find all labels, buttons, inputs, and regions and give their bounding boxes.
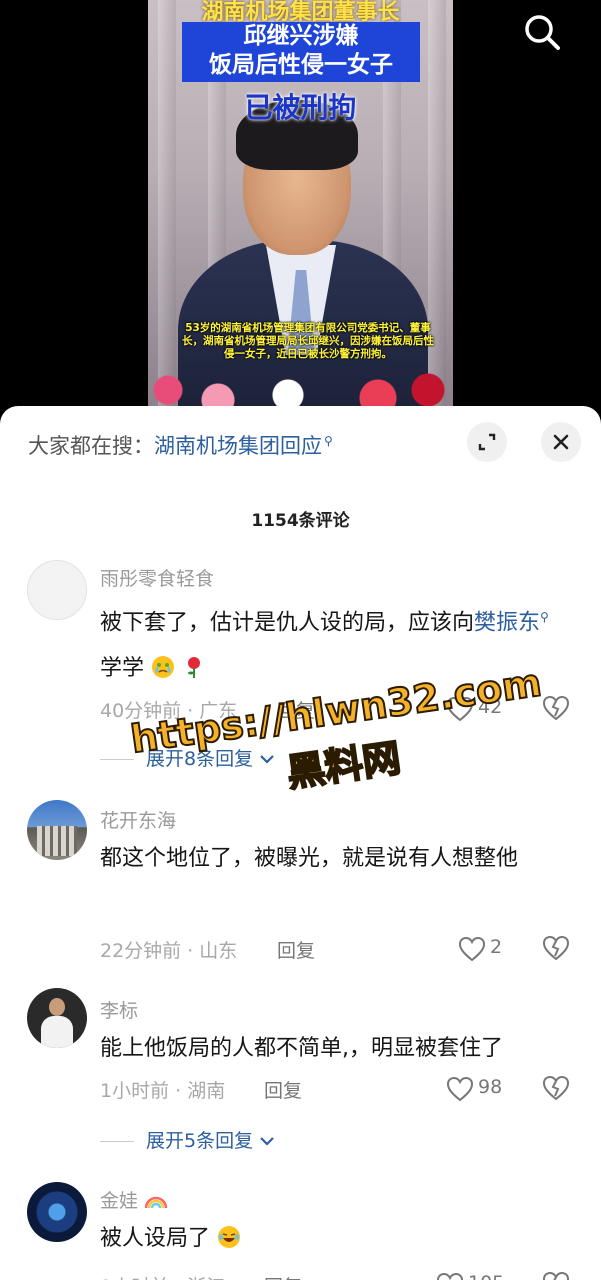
like-count: 105 <box>468 1272 504 1280</box>
comment-username[interactable]: 雨彤零食轻食 <box>100 564 214 591</box>
comment-username[interactable]: 金娃 <box>100 1186 168 1213</box>
headline-box-line2: 饭局后性侵一女子 <box>209 52 393 78</box>
comment-text-part: 被下套了，估计是仇人设的局，应该向 <box>100 610 475 636</box>
curtain-decoration <box>158 0 176 420</box>
building-image <box>37 826 77 856</box>
trending-search[interactable]: 大家都在搜：湖南机场集团回应 ⚲ <box>28 430 333 460</box>
broken-heart-icon <box>542 695 570 721</box>
dislike-button[interactable] <box>541 1270 571 1280</box>
comment-username[interactable]: 李标 <box>100 996 138 1023</box>
comment-count: 1154条评论 <box>251 511 350 531</box>
divider-line <box>100 1141 134 1142</box>
comment-text-part: 学学 <box>100 656 145 682</box>
headline-box: 邱继兴涉嫌 饭局后性侵一女子 <box>182 22 420 82</box>
expand-button[interactable] <box>467 422 507 462</box>
search-hint-icon: ⚲ <box>540 610 549 624</box>
expand-replies-label: 展开5条回复 <box>146 1130 254 1152</box>
dislike-button[interactable] <box>541 934 571 964</box>
like-count: 98 <box>478 1076 503 1098</box>
chevron-down-icon <box>260 1137 274 1146</box>
headline-box-line1: 邱继兴涉嫌 <box>243 23 359 49</box>
heart-icon <box>446 1076 474 1102</box>
chevron-down-icon <box>260 755 274 764</box>
like-button[interactable]: 2 <box>458 934 518 964</box>
trending-keyword[interactable]: 湖南机场集团回应 <box>154 434 322 458</box>
crying-face-emoji-icon <box>152 656 175 679</box>
comment-text: 能上他饭局的人都不简单,，明显被套住了 <box>100 1036 503 1061</box>
expand-replies-button[interactable]: 展开5条回复 <box>100 1126 275 1153</box>
like-button[interactable]: 98 <box>446 1074 506 1104</box>
video-frame: 湖南机场集团董事长 邱继兴涉嫌 饭局后性侵一女子 已被刑拘 53岁的湖南省机场管… <box>148 0 453 420</box>
video-player[interactable]: 湖南机场集团董事长 邱继兴涉嫌 饭局后性侵一女子 已被刑拘 53岁的湖南省机场管… <box>0 0 601 420</box>
avatar[interactable] <box>27 988 87 1048</box>
heart-icon <box>458 936 486 962</box>
close-icon <box>553 434 569 450</box>
comment-time-location: 1小时前 · 浙江 <box>100 1272 225 1280</box>
video-caption: 53岁的湖南省机场管理集团有限公司党委书记、董事长，湖南省机场管理局局长邱继兴，… <box>182 322 434 360</box>
comment-text: 都这个地位了，被曝光，就是说有人想整他 <box>100 846 519 871</box>
broken-heart-icon <box>542 1271 570 1280</box>
rose-emoji-icon <box>188 657 201 679</box>
trending-label: 大家都在搜： <box>28 434 154 458</box>
reply-button[interactable]: 回复 <box>264 1272 302 1280</box>
divider-line <box>100 759 134 760</box>
comment-text-part: 被人设局了 <box>100 1226 211 1251</box>
comment-sheet: 大家都在搜：湖南机场集团回应 ⚲ 1154条评论 雨彤零食轻食 被下套了，估计是仇… <box>0 406 601 1280</box>
comment-username[interactable]: 花开东海 <box>100 806 176 833</box>
avatar-body <box>41 1016 73 1048</box>
dislike-button[interactable] <box>541 1074 571 1104</box>
headline-status: 已被刑拘 <box>244 91 357 124</box>
laughing-crying-emoji-icon <box>218 1226 241 1248</box>
like-button[interactable]: 105 <box>436 1270 504 1280</box>
search-icon <box>525 15 560 50</box>
username-text: 金娃 <box>100 1190 139 1212</box>
avatar[interactable] <box>27 1182 87 1242</box>
expand-icon <box>478 433 496 451</box>
rainbow-emoji-icon <box>144 1196 168 1209</box>
heart-icon <box>436 1272 464 1280</box>
dislike-button[interactable] <box>541 694 571 724</box>
search-button[interactable] <box>520 10 564 54</box>
comment-text: 被人设局了 <box>100 1216 570 1262</box>
avatar[interactable] <box>27 800 87 860</box>
comment-time-location: 22分钟前 · 山东 <box>100 940 238 962</box>
like-count: 2 <box>490 936 503 958</box>
broken-heart-icon <box>542 1075 570 1101</box>
comment-time-location: 1小时前 · 湖南 <box>100 1080 226 1102</box>
reply-button[interactable]: 回复 <box>264 1076 302 1103</box>
search-hint-icon: ⚲ <box>324 434 333 448</box>
broken-heart-icon <box>542 935 570 961</box>
mention-link[interactable]: 樊振东 <box>474 610 540 635</box>
reply-button[interactable]: 回复 <box>277 936 315 963</box>
close-button[interactable] <box>541 422 581 462</box>
avatar-face <box>49 998 65 1016</box>
avatar[interactable] <box>27 560 87 620</box>
